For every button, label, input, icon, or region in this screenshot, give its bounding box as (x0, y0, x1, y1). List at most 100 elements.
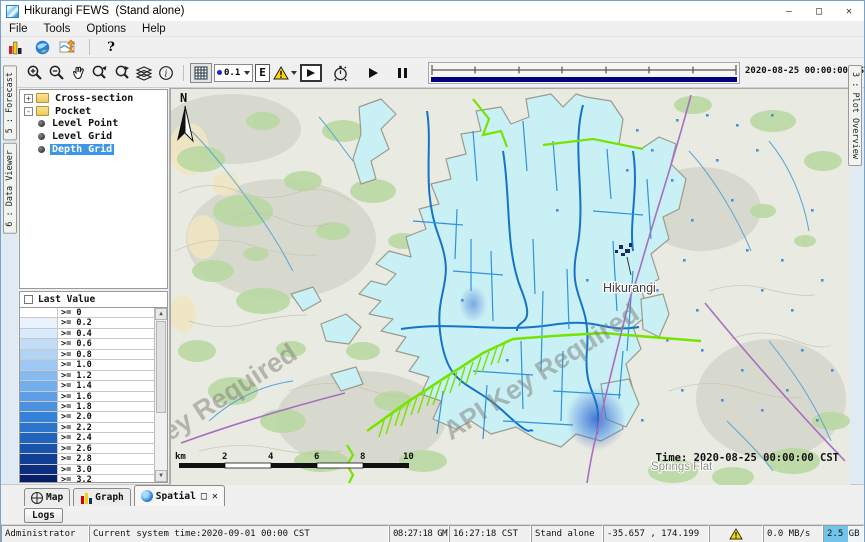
menu-item[interactable]: Help (134, 23, 174, 35)
legend-item-label: >= 2.8 (58, 454, 154, 463)
legend-item[interactable]: >= 0.4 (20, 329, 154, 339)
side-tab[interactable]: 5 : Forecast (3, 65, 17, 140)
display-tab[interactable]: Spatial □ ✕ (134, 485, 225, 506)
legend-item-label: >= 3.0 (58, 465, 154, 474)
legend-color-swatch (20, 318, 58, 327)
legend-item[interactable]: >= 1.4 (20, 381, 154, 391)
legend-color-swatch (20, 381, 58, 390)
side-tab[interactable]: 3 : Plot Overview (848, 65, 862, 166)
legend-item[interactable]: >= 2.4 (20, 433, 154, 443)
legend-item[interactable]: >= 1.6 (20, 392, 154, 402)
logs-button[interactable]: Logs (24, 508, 63, 523)
time-series-button[interactable] (57, 37, 79, 57)
pan-button[interactable] (67, 63, 89, 83)
legend-item[interactable]: >= 0.6 (20, 339, 154, 349)
explorer-panel: Cross-section Pocket Level Point Level G… (18, 88, 170, 484)
tree-item[interactable]: Level Point (22, 118, 167, 131)
minimize-button[interactable]: — (774, 1, 804, 21)
play-button[interactable] (362, 63, 384, 83)
tree-item[interactable]: Cross-section (22, 92, 167, 105)
tab-label: Spatial (156, 491, 196, 502)
zoom-out-button[interactable] (45, 63, 67, 83)
scrollbar-thumb[interactable] (156, 321, 166, 413)
zoom-next-button[interactable] (111, 63, 133, 83)
legend-item[interactable]: >= 0.2 (20, 318, 154, 328)
zoom-previous-icon (91, 64, 109, 81)
legend-item[interactable]: >= 2.2 (20, 423, 154, 433)
tree-item-label: Cross-section (53, 93, 135, 104)
labels-toggle-button[interactable]: E (255, 64, 270, 82)
tree-node-icon (38, 133, 45, 140)
status-user: Administrator (1, 525, 89, 542)
legend-item[interactable]: >= 2.6 (20, 444, 154, 454)
right-tab-strip: 3 : Plot Overview (846, 65, 864, 484)
legend-panel: >= 0 >= 0.2 >= 0.4 >= 0.6 >= 0.8 (19, 308, 168, 483)
tree-item[interactable]: Pocket (22, 105, 167, 118)
tab-icon (31, 492, 43, 504)
time-slider[interactable] (428, 62, 740, 84)
legend-item[interactable]: >= 2.0 (20, 412, 154, 422)
display-tab[interactable]: Graph □ ✕ (73, 488, 131, 506)
status-system-time: Current system time:2020-09-01 00:00 CST (89, 525, 389, 542)
menu-bar: FileToolsOptionsHelp (1, 21, 864, 37)
svg-text:8: 8 (360, 452, 365, 462)
tree-expander-icon[interactable] (24, 107, 33, 116)
legend-item-label: >= 3.2 (58, 475, 154, 483)
legend-color-swatch (20, 339, 58, 348)
scroll-up-icon[interactable]: ▲ (155, 308, 167, 320)
database-viewer-button[interactable] (5, 37, 27, 57)
tree-item[interactable]: Depth Grid (22, 143, 167, 156)
tree-item[interactable]: Level Grid (22, 130, 167, 143)
map-display-button[interactable] (31, 37, 53, 57)
layers-button[interactable] (133, 63, 155, 83)
zoom-previous-button[interactable] (89, 63, 111, 83)
side-tab[interactable]: 6 : Data Viewer (3, 143, 17, 234)
menu-item[interactable]: Tools (36, 23, 79, 35)
legend-item[interactable]: >= 3.2 (20, 475, 154, 483)
map-canvas[interactable]: API Key Required API Key Required N km 2… (171, 89, 850, 485)
grid-display-button[interactable] (190, 63, 212, 83)
animation-button[interactable] (300, 64, 322, 82)
display-tab[interactable]: Map □ ✕ (24, 488, 70, 506)
legend-item-label: >= 1.4 (58, 381, 154, 390)
legend-item[interactable]: >= 1.0 (20, 360, 154, 370)
svg-text:km: km (175, 452, 186, 462)
legend-item-label: >= 1.2 (58, 371, 154, 380)
legend-item[interactable]: >= 0 (20, 308, 154, 318)
legend-item-label: >= 0.6 (58, 339, 154, 348)
help-button[interactable]: ? (100, 37, 122, 57)
timer-button[interactable] (330, 63, 352, 83)
map-viewport[interactable]: API Key Required API Key Required N km 2… (170, 88, 849, 484)
legend-color-swatch (20, 465, 58, 474)
contour-scale-dropdown[interactable]: 0.1 (214, 64, 253, 82)
legend-scrollbar[interactable]: ▲ ▼ (154, 308, 167, 482)
zoom-in-button[interactable] (23, 63, 45, 83)
scale-dot-icon (217, 70, 222, 75)
scroll-down-icon[interactable]: ▼ (155, 470, 167, 482)
pause-button[interactable] (392, 63, 414, 83)
info-button[interactable]: i (155, 63, 177, 83)
tab-close-icon[interactable]: ✕ (212, 491, 218, 502)
legend-item[interactable]: >= 1.2 (20, 371, 154, 381)
last-value-checkbox[interactable] (24, 295, 33, 304)
status-warning-cell[interactable] (709, 525, 763, 542)
status-memory: 2.5 GB (823, 525, 864, 542)
menu-item[interactable]: File (1, 23, 36, 35)
legend-color-swatch (20, 402, 58, 411)
legend-item[interactable]: >= 2.8 (20, 454, 154, 464)
tab-maximize-icon[interactable]: □ (201, 491, 207, 502)
legend-header: Last Value (19, 291, 168, 308)
tree-expander-icon[interactable] (24, 94, 33, 103)
maximize-button[interactable]: □ (804, 1, 834, 21)
tree-node-icon (36, 106, 49, 116)
close-button[interactable]: ✕ (834, 1, 864, 21)
warning-dropdown-button[interactable] (270, 63, 300, 83)
legend-color-swatch (20, 454, 58, 463)
legend-item[interactable]: >= 1.8 (20, 402, 154, 412)
layer-tree: Cross-section Pocket Level Point Level G… (19, 89, 168, 289)
legend-item[interactable]: >= 3.0 (20, 465, 154, 475)
legend-item-label: >= 1.6 (58, 392, 154, 401)
menu-item[interactable]: Options (78, 23, 134, 35)
legend-item[interactable]: >= 0.8 (20, 350, 154, 360)
grid-icon (194, 66, 208, 80)
